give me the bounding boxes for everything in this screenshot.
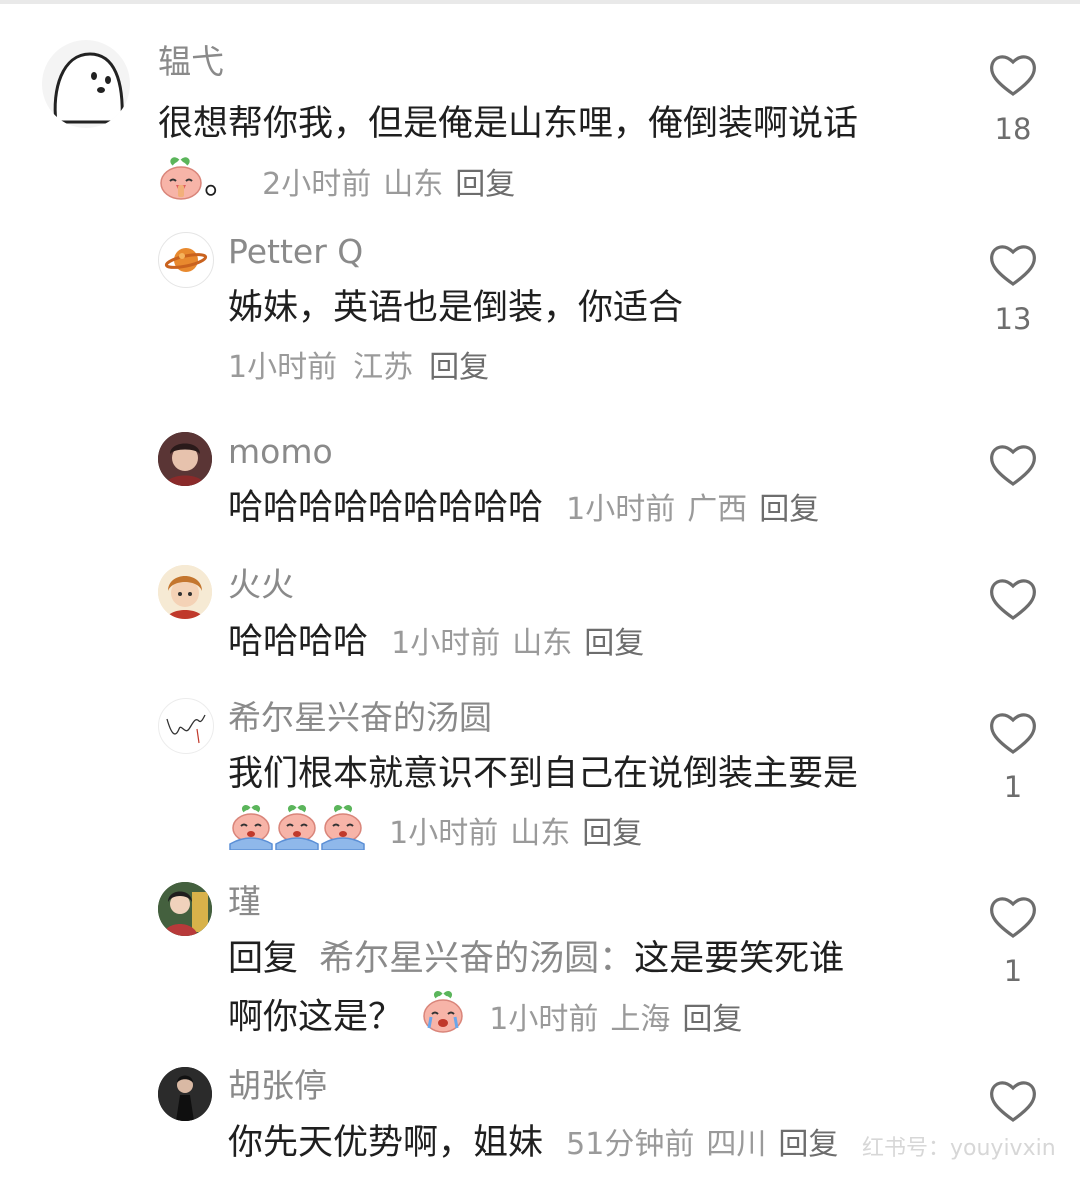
comment-time: 1小时前 (489, 1001, 599, 1037)
heart-outline-icon[interactable] (988, 894, 1038, 940)
like-count: 1 (1003, 954, 1023, 988)
mention-user[interactable]: 希尔星兴奋的汤圆： (319, 939, 634, 979)
crying-emoji-icon (420, 990, 466, 1047)
comment-text-tail: 啊你这是？ (228, 997, 404, 1038)
comment-text: 很想帮你我，但是俺是山东哩，俺倒装啊说话 (158, 104, 859, 144)
comment-text: 我们根本就意识不到自己在说倒装主要是 (228, 754, 859, 794)
reply-button[interactable]: 回复 (429, 350, 489, 385)
comment-location: 广西 (687, 492, 748, 527)
comment-location: 江苏 (353, 350, 414, 385)
comment-text: 哈哈哈哈哈哈哈哈哈 (228, 488, 544, 528)
heart-outline-icon[interactable] (988, 576, 1038, 622)
reply-button[interactable]: 回复 (584, 626, 644, 661)
comment-author[interactable]: 瑾 (228, 882, 261, 922)
comment-meta: 1小时前 山东 回复 (379, 626, 644, 661)
comment-meta: 1小时前 山东 回复 (377, 816, 642, 851)
watermark: 红书号：youyivxin (862, 1136, 1056, 1161)
avatar[interactable] (158, 565, 212, 619)
comment-text: 这是要笑死谁 (634, 939, 845, 979)
like-count: 18 (994, 112, 1032, 146)
comment-author[interactable]: 希尔星兴奋的汤圆 (228, 698, 492, 738)
comment-author[interactable]: 辒弋 (158, 42, 224, 82)
avatar[interactable] (158, 882, 212, 936)
reply-button[interactable]: 回复 (778, 1127, 838, 1162)
pray-emoji-icon (158, 155, 204, 212)
heart-outline-icon[interactable] (988, 710, 1038, 756)
crying-emoji-icon (228, 804, 274, 861)
heart-outline-icon[interactable] (988, 52, 1038, 98)
comment-location: 四川 (706, 1127, 767, 1162)
comment-author[interactable]: momo (228, 432, 333, 472)
reply-button[interactable]: 回复 (682, 1002, 742, 1037)
comment-text-tail: 。 (204, 162, 240, 203)
heart-outline-icon[interactable] (988, 242, 1038, 288)
like-count: 13 (994, 302, 1032, 336)
comment-meta: 1小时前 江苏 回复 (228, 348, 489, 388)
reply-button[interactable]: 回复 (759, 492, 819, 527)
reply-prefix: 回复 (228, 939, 299, 979)
comment-meta: 1小时前 上海 回复 (477, 1002, 742, 1037)
comment-time: 1小时前 (389, 815, 499, 851)
comment-author[interactable]: 胡张停 (228, 1066, 327, 1106)
comment-meta: 1小时前 广西 回复 (554, 492, 819, 527)
comment-location: 上海 (610, 1001, 671, 1037)
avatar[interactable] (42, 40, 130, 128)
comment-location: 山东 (512, 626, 573, 661)
comment-time: 2小时前 (262, 166, 372, 202)
comment-time: 51分钟前 (566, 1127, 695, 1162)
avatar[interactable] (158, 1067, 212, 1121)
reply-button[interactable]: 回复 (455, 167, 515, 202)
comment-location: 山东 (383, 166, 444, 202)
comment-author[interactable]: 火火 (228, 565, 294, 605)
comment-meta: 2小时前 山东 回复 (250, 167, 515, 202)
comment-meta: 51分钟前 四川 回复 (554, 1127, 838, 1162)
top-divider (0, 0, 1080, 4)
crying-emoji-icon (320, 804, 366, 861)
comment-time: 1小时前 (228, 350, 338, 385)
avatar[interactable] (158, 232, 214, 288)
comment-time: 1小时前 (391, 626, 501, 661)
heart-outline-icon[interactable] (988, 442, 1038, 488)
like-count: 1 (1003, 770, 1023, 804)
comment-location: 山东 (510, 815, 571, 851)
heart-outline-icon[interactable] (988, 1078, 1038, 1124)
comment-text: 哈哈哈哈 (228, 622, 369, 662)
avatar[interactable] (158, 698, 214, 754)
comment-text: 你先天优势啊，姐妹 (228, 1123, 544, 1163)
comment-text: 姊妹，英语也是倒装，你适合 (228, 288, 684, 328)
comment-time: 1小时前 (566, 492, 676, 527)
comment-author[interactable]: Petter Q (228, 232, 363, 272)
avatar[interactable] (158, 432, 212, 486)
reply-button[interactable]: 回复 (582, 816, 642, 851)
crying-emoji-icon (274, 804, 320, 861)
